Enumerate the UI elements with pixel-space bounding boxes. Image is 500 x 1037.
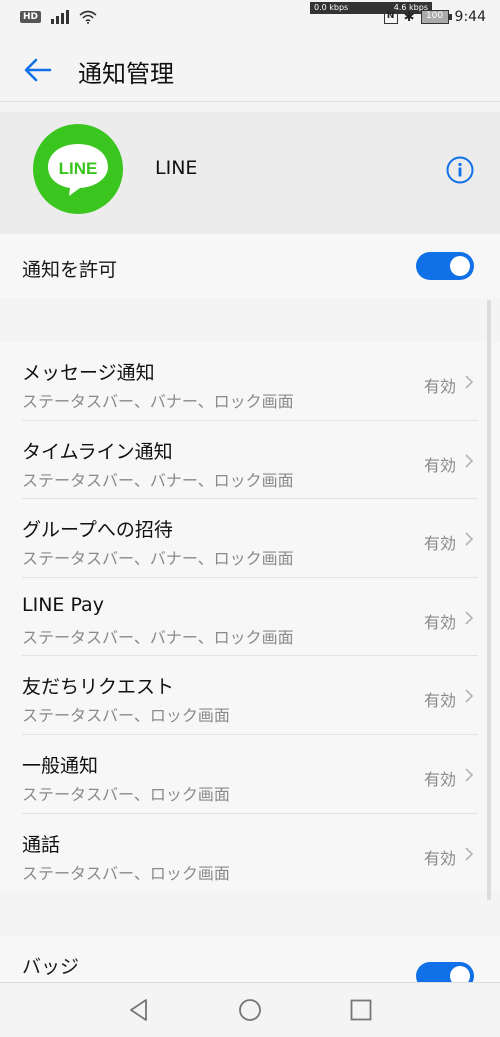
status-right: N ✱ 100 9:44 bbox=[383, 9, 486, 25]
chevron-right-icon bbox=[465, 689, 474, 703]
app-bar: 通知管理 bbox=[0, 36, 500, 102]
list-item-subtitle: ステータスバー、ロック画面 bbox=[22, 863, 230, 883]
back-arrow-icon[interactable] bbox=[22, 54, 54, 86]
list-item[interactable]: グループへの招待ステータスバー、バナー、ロック画面 有効 bbox=[0, 499, 500, 578]
chevron-right-icon bbox=[465, 768, 474, 782]
list-item[interactable]: 通話ステータスバー、ロック画面 有効 bbox=[0, 814, 500, 893]
line-logo-icon: LINE bbox=[33, 124, 123, 214]
allow-notifications-toggle[interactable] bbox=[416, 252, 474, 280]
list-item-title: タイムライン通知 bbox=[22, 440, 173, 463]
nav-back-icon[interactable] bbox=[126, 997, 152, 1023]
list-item-status: 有効 bbox=[423, 377, 456, 396]
list-item-status: 有効 bbox=[423, 534, 456, 554]
page-title: 通知管理 bbox=[78, 60, 174, 88]
list-item-status: 有効 bbox=[423, 455, 456, 475]
list-item-subtitle: ステータスバー、ロック画面 bbox=[22, 784, 230, 804]
logo-text: LINE bbox=[59, 159, 98, 178]
list-item-title: 一般通知 bbox=[22, 754, 99, 777]
allow-notifications-label: 通知を許可 bbox=[22, 259, 118, 281]
badge-toggle[interactable] bbox=[416, 962, 474, 982]
chevron-right-icon bbox=[465, 532, 474, 546]
battery-icon: 100 bbox=[420, 10, 452, 24]
list-item[interactable]: LINE Pay ステータスバー、バナー、ロック画面 有効 bbox=[0, 578, 500, 657]
list-item[interactable]: タイムライン通知ステータスバー、バナー、ロック画面 有効 bbox=[0, 421, 500, 500]
list-item-subtitle: ステータスバー、バナー、ロック画面 bbox=[22, 470, 294, 490]
list-item-subtitle: ステータスバー、バナー、ロック画面 bbox=[22, 549, 294, 569]
clock: 9:44 bbox=[454, 9, 486, 25]
app-header: LINE LINE bbox=[0, 112, 500, 234]
list-item-status: 有効 bbox=[423, 612, 456, 632]
list-item[interactable]: 一般通知ステータスバー、ロック画面 有効 bbox=[0, 735, 500, 814]
scrollbar[interactable] bbox=[487, 300, 491, 900]
bluetooth-icon: ✱ bbox=[403, 9, 415, 25]
chevron-right-icon bbox=[465, 454, 474, 468]
list-item-subtitle: ステータスバー、ロック画面 bbox=[22, 706, 230, 726]
list-item-subtitle: ステータスバー、バナー、ロック画面 bbox=[22, 392, 294, 411]
list-item-status: 有効 bbox=[423, 691, 456, 711]
navigation-bar bbox=[0, 982, 500, 1037]
list-item[interactable]: メッセージ通知ステータスバー、バナー、ロック画面 有効 bbox=[0, 342, 500, 421]
list-item-title: グループへの招待 bbox=[22, 519, 173, 542]
upload-speed: 0.0 kbps bbox=[314, 3, 349, 12]
app-name: LINE bbox=[155, 157, 198, 179]
list-item-title: LINE Pay bbox=[22, 593, 104, 616]
chevron-right-icon bbox=[465, 846, 474, 861]
allow-notifications-row[interactable]: 通知を許可 bbox=[0, 234, 500, 298]
info-icon[interactable] bbox=[446, 156, 474, 184]
wifi-icon bbox=[79, 10, 97, 24]
badge-row[interactable]: バッジ bbox=[0, 936, 500, 982]
list-item[interactable]: 友だちリクエストステータスバー、ロック画面 有効 bbox=[0, 656, 500, 735]
status-bar: HD 0.0 kbps 4.6 kbps N ✱ 100 9:44 bbox=[0, 0, 500, 36]
list-item-status: 有効 bbox=[423, 769, 456, 789]
badge-label: バッジ bbox=[22, 956, 80, 978]
list-item-status: 有効 bbox=[423, 848, 456, 868]
list-item-subtitle: ステータスバー、バナー、ロック画面 bbox=[22, 627, 294, 647]
signal-icon bbox=[51, 10, 70, 24]
list-item-title: 友だちリクエスト bbox=[22, 676, 175, 699]
list-item-title: 通話 bbox=[22, 833, 61, 856]
nav-recents-icon[interactable] bbox=[348, 997, 374, 1023]
notification-category-list: メッセージ通知 ステータスバー、バナー、ロック画面 有効 タイムライン通知 ステータスバ… bbox=[0, 342, 500, 892]
chevron-right-icon bbox=[465, 611, 474, 625]
status-left: HD bbox=[20, 10, 97, 24]
hd-badge: HD bbox=[20, 11, 42, 23]
list-item-title: メッセージ通知 bbox=[22, 362, 155, 384]
nfc-icon: N bbox=[383, 10, 398, 24]
nav-home-icon[interactable] bbox=[237, 997, 263, 1023]
chevron-right-icon bbox=[465, 375, 474, 389]
